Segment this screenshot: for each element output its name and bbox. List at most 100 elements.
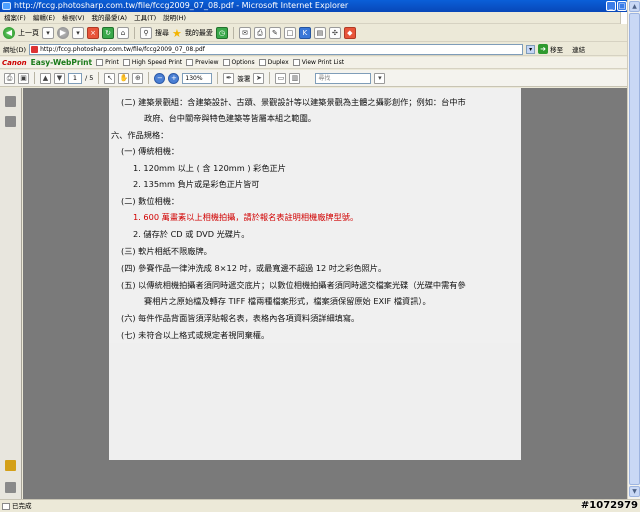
research-icon[interactable]: ▤ [313,27,326,39]
doc-line: (二) 建築景觀組：含建築設計、古蹟、景觀設計等以建築景觀為主體之攝影創作；例如… [121,97,466,107]
messenger-icon[interactable]: K [298,27,311,39]
search-button-label[interactable]: 搜尋 [155,28,169,38]
options-button[interactable]: Options [222,59,255,66]
easy-webprint-button[interactable]: Easy-WebPrint [31,58,92,67]
back-button-label[interactable]: 上一頁 [18,28,39,38]
find-dropdown-icon[interactable]: ▾ [374,72,386,84]
tool-icon[interactable]: ✣ [328,27,341,39]
pages-icon[interactable] [5,96,16,107]
fast-print-icon [122,59,130,66]
status-text: 已完成 [12,502,32,510]
home-icon[interactable]: ⌂ [117,27,129,39]
menu-tools[interactable]: 工具(T) [134,12,156,23]
view-print-list-button[interactable]: View Print List [292,59,344,66]
address-dropdown-icon[interactable]: ▾ [526,44,536,54]
page-number-input[interactable]: 1 [68,72,82,84]
doc-line: 賽相片之原始檔及轉存 TIFF 檔兩種檔案形式，檔案須保留原始 EXIF 檔資訊… [144,296,431,306]
zoom-out-icon[interactable]: − [154,72,166,84]
scroll-up-icon[interactable]: ▲ [629,1,640,12]
pdf-viewer[interactable]: (二) 建築景觀組：含建築設計、古蹟、景觀設計等以建築景觀為主體之攝影創作；例如… [23,88,627,499]
preview-button[interactable]: Preview [186,59,219,66]
hand-tool-icon[interactable]: ✋ [118,72,130,84]
pdf-toolbar: ⎙ ▣ ▲ ▼ 1 / 5 ↖ ✋ ⊕ − + 130% ✒ 簽署 ➤ ▭ ▥ … [0,70,640,87]
print-icon [96,59,104,66]
history-icon[interactable]: ◷ [215,27,228,39]
search-icon[interactable]: ⚲ [140,27,152,39]
high-speed-print-button[interactable]: High Speed Print [122,59,182,66]
prev-page-icon[interactable]: ▲ [40,72,51,84]
doc-line: 2. 儲存於 CD 或 DVD 光碟片。 [133,229,250,239]
go-button[interactable]: ➜ 移至 [538,44,563,54]
discuss-icon[interactable]: □ [283,27,296,39]
window-title: http://fccg.photosharp.com.tw/file/fccg2… [14,1,349,10]
zoom-input[interactable]: 130% [182,72,213,84]
scroll-down-icon[interactable]: ▼ [629,486,640,497]
favorites-button-label[interactable]: 我的最愛 [185,28,213,38]
doc-line-highlight: 1. 600 萬畫素以上相機拍攝，請於報名表註明相機廠牌型號。 [133,212,359,222]
standard-toolbar: ◀ 上一頁 ▾ ▶ ▾ × ↻ ⌂ ⚲ 搜尋 ★ 我的最愛 ◷ ✉ ⎙ ✎ □ … [0,25,640,42]
next-page-icon[interactable]: ▼ [54,72,65,84]
mail-icon[interactable]: ✉ [238,27,251,39]
print-icon[interactable]: ⎙ [4,72,15,84]
doc-line: 1. 120mm 以上 ( 含 120mm ) 彩色正片 [133,163,286,173]
maximize-button[interactable]: □ [617,1,627,11]
menu-help[interactable]: 說明(H) [163,12,186,23]
address-input[interactable]: http://fccg.photosharp.com.tw/file/fccg2… [29,43,524,55]
sign-button-label[interactable]: 簽署 [237,73,250,83]
doc-line: 六、作品規格： [111,130,169,140]
doc-line: (六) 每件作品背面皆須浮貼報名表，表格內各項資料須詳細填寫。 [121,313,360,323]
edit-icon[interactable]: ✎ [268,27,281,39]
canon-logo: Canon [2,58,27,67]
back-arrow-icon[interactable]: ◀ [3,27,15,39]
dropdown-icon[interactable]: ▾ [42,27,54,39]
menu-view[interactable]: 檢視(V) [62,12,85,23]
sign-icon[interactable]: ✒ [223,72,235,84]
attachments-icon[interactable] [5,482,16,493]
arrow-tool-icon[interactable]: ➤ [253,72,265,84]
links-label[interactable]: 連結 [572,44,585,54]
status-bar: 已完成 #1072979 [0,499,640,512]
ie-icon [2,2,11,10]
save-icon[interactable]: ▣ [18,72,29,84]
plugin-icon[interactable]: ◆ [343,27,356,39]
menu-file[interactable]: 檔案(F) [4,12,26,23]
pdf-page: (二) 建築景觀組：含建築設計、古蹟、景觀設計等以建築景觀為主體之攝影創作；例如… [109,88,521,460]
menu-bar: 檔案(F) 編輯(E) 檢視(V) 我的最愛(A) 工具(T) 說明(H) [0,12,640,24]
fit-width-icon[interactable]: ▥ [289,72,301,84]
pdf-navigation-panel [0,88,22,499]
find-input[interactable]: 尋找 [315,72,372,84]
forward-arrow-icon[interactable]: ▶ [57,27,69,39]
zoom-in-icon[interactable]: + [168,72,180,84]
menu-edit[interactable]: 編輯(E) [33,12,55,23]
preview-icon [186,59,194,66]
print-button[interactable]: Print [96,59,119,66]
bookmarks-icon[interactable] [5,116,16,127]
vertical-scrollbar[interactable]: ▲ ▼ [627,0,640,499]
scroll-thumb[interactable] [629,13,640,485]
doc-line: (五) 以傳統相機拍攝者須同時遞交底片；以數位相機拍攝者須同時遞交檔案光碟（光碟… [121,280,466,290]
refresh-icon[interactable]: ↻ [102,27,114,39]
favorites-star-icon[interactable]: ★ [172,27,182,40]
select-tool-icon[interactable]: ↖ [104,72,116,84]
easy-webprint-toolbar: Canon Easy-WebPrint Print High Speed Pri… [0,57,640,69]
doc-line: 2. 135mm 負片或是彩色正片皆可 [133,179,260,189]
list-icon [292,59,300,66]
dropdown-icon[interactable]: ▾ [72,27,84,39]
address-url: http://fccg.photosharp.com.tw/file/fccg2… [40,45,205,53]
stop-icon[interactable]: × [87,27,99,39]
menu-favorites[interactable]: 我的最愛(A) [92,12,128,23]
comments-icon[interactable] [5,460,16,471]
doc-line: (七) 未符合以上格式或規定者視同棄權。 [121,330,270,340]
doc-line: (三) 軟片相紙不限廠牌。 [121,246,212,256]
doc-line: (二) 數位相機： [121,196,180,206]
go-button-label: 移至 [550,46,564,54]
page-total: / 5 [85,74,94,82]
options-icon [222,59,230,66]
minimize-button[interactable]: _ [606,1,616,11]
marquee-zoom-icon[interactable]: ⊕ [132,72,144,84]
page-done-icon [2,503,10,510]
fit-page-icon[interactable]: ▭ [275,72,287,84]
print-icon[interactable]: ⎙ [253,27,266,39]
duplex-button[interactable]: Duplex [258,59,289,66]
address-bar: 網址(D) http://fccg.photosharp.com.tw/file… [0,43,640,56]
